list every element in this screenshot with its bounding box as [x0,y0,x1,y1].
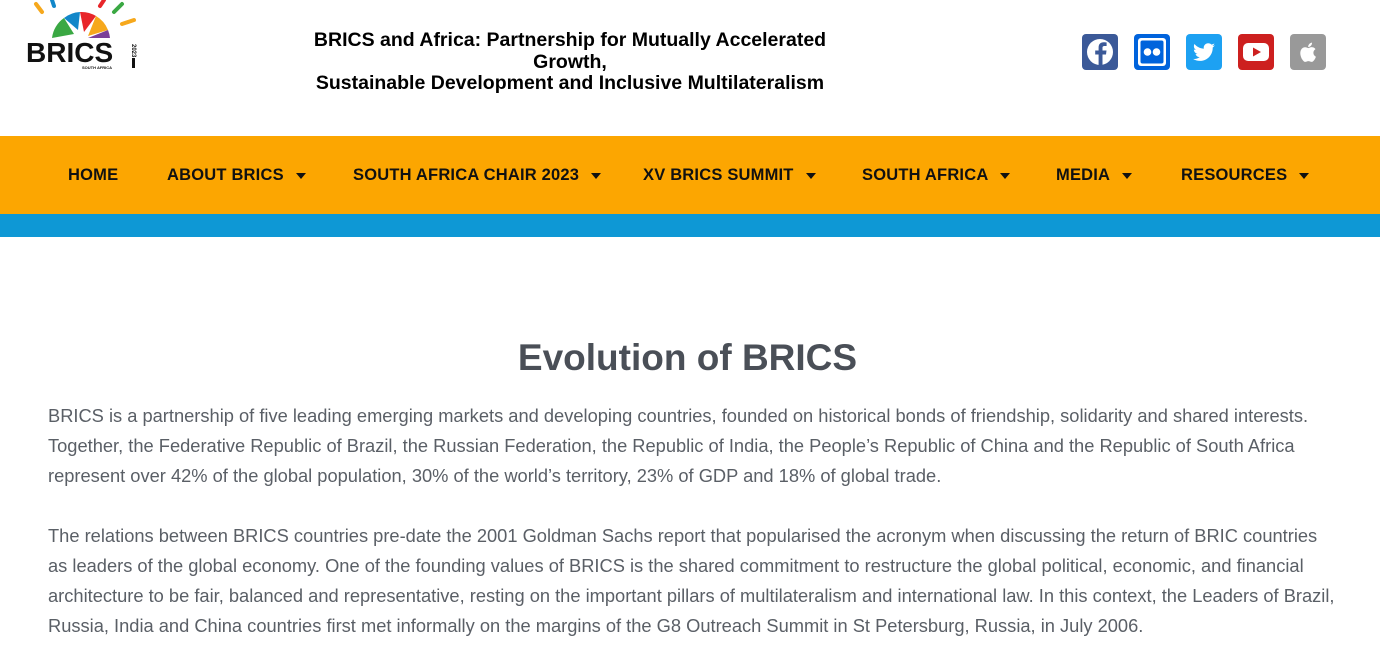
logo-year: 2023 [130,44,136,58]
caret-down-icon [1000,172,1011,179]
tagline-line: Growth, [533,50,607,73]
body-paragraph: The relations between BRICS countries pr… [48,525,1335,636]
nav-item-label: ABOUT BRICS [167,165,284,184]
page-title: Evolution of BRICS [517,337,858,378]
nav-item-label: HOME [68,165,119,184]
caret-down-icon [1299,172,1310,179]
nav-accent-stripe [0,214,1380,237]
logo-subtitle: SOUTH AFRICA [82,65,112,70]
nav-item-label: RESOURCES [1181,165,1288,184]
nav-item-xv-brics-summit[interactable]: XV BRICS SUMMIT [643,136,816,214]
flickr-icon[interactable] [1134,34,1170,70]
site-tagline: BRICS and Africa: Partnership for Mutual… [300,29,840,95]
tagline-line: Sustainable Development and Inclusive Mu… [315,72,825,94]
social-links [1082,34,1326,70]
facebook-icon[interactable] [1082,34,1118,70]
caret-down-icon [805,172,816,179]
caret-down-icon [295,172,306,179]
nav-item-label: SOUTH AFRICA [862,165,989,184]
brics-logo-graphic: BRICS SOUTH AFRICA 2023 [26,0,136,70]
nav-item-label: MEDIA [1056,165,1111,184]
brics-logo[interactable]: BRICS SOUTH AFRICA 2023 [22,0,142,72]
nav-item-media[interactable]: MEDIA [1056,136,1133,214]
tagline-line: BRICS and Africa: Partnership for Mutual… [313,29,827,51]
nav-item-label: SOUTH AFRICA CHAIR 2023 [353,165,580,184]
twitter-icon[interactable] [1186,34,1222,70]
nav-item-south-africa-chair-2023[interactable]: SOUTH AFRICA CHAIR 2023 [353,136,602,214]
nav-item-south-africa[interactable]: SOUTH AFRICA [862,136,1011,214]
nav-item-label: XV BRICS SUMMIT [643,165,794,184]
nav-item-about-brics[interactable]: ABOUT BRICS [167,136,306,214]
nav-item-home[interactable]: HOME [68,136,118,214]
logo-wordmark: BRICS [26,37,113,68]
body-paragraph: BRICS is a partnership of five leading e… [48,405,1309,486]
caret-down-icon [1122,172,1133,179]
site-header: BRICS SOUTH AFRICA 2023 BRICS and Africa… [0,0,1380,136]
apple-icon[interactable] [1290,34,1326,70]
nav-item-resources[interactable]: RESOURCES [1181,136,1310,214]
caret-down-icon [591,172,602,179]
main-nav: HOME ABOUT BRICS SOUTH AFRICA CHAIR 2023… [0,136,1380,214]
youtube-icon[interactable] [1238,34,1274,70]
